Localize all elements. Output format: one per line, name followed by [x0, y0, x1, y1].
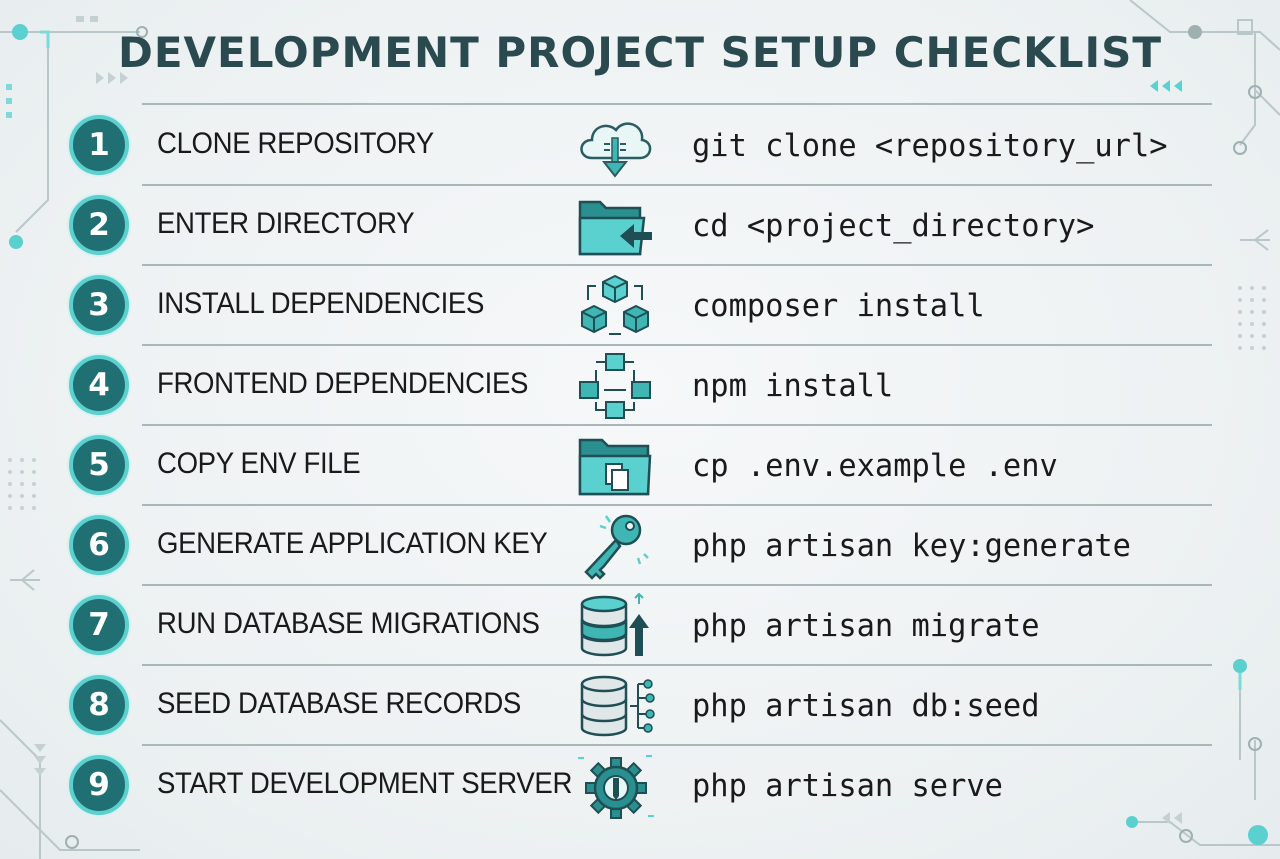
folder-copy-icon: [578, 438, 652, 496]
cloud-download-icon: [580, 122, 652, 178]
divider: [142, 103, 1212, 105]
step-label: COPY ENV FILE: [157, 447, 361, 480]
step-command: cd <project_directory>: [692, 208, 1095, 244]
step-label: RUN DATABASE MIGRATIONS: [157, 607, 540, 640]
step-command: php artisan key:generate: [692, 528, 1131, 564]
step-label: ENTER DIRECTORY: [157, 207, 415, 240]
step-install-dependencies: 3 INSTALL DEPENDENCIES composer install: [0, 266, 1280, 346]
step-label: INSTALL DEPENDENCIES: [157, 287, 485, 320]
folder-enter-icon: [578, 200, 652, 256]
step-number-badge: 3: [69, 275, 129, 335]
module-graph-icon: [579, 353, 651, 419]
step-command: cp .env.example .env: [692, 448, 1058, 484]
step-command: php artisan db:seed: [692, 688, 1040, 724]
step-label: CLONE REPOSITORY: [157, 127, 434, 160]
step-number-badge: 4: [69, 355, 129, 415]
step-number-badge: 1: [69, 115, 129, 175]
packages-icon: [581, 274, 649, 335]
step-enter-directory: 2 ENTER DIRECTORY cd <project_directory>: [0, 186, 1280, 266]
step-clone-repository: 1 CLONE REPOSITORY git clone <repository…: [0, 106, 1280, 186]
step-command: php artisan serve: [692, 768, 1003, 804]
step-command: composer install: [692, 288, 985, 324]
step-label: GENERATE APPLICATION KEY: [157, 527, 548, 560]
step-label: FRONTEND DEPENDENCIES: [157, 367, 529, 400]
step-number-badge: 7: [69, 595, 129, 655]
page-title: DEVELOPMENT PROJECT SETUP CHECKLIST: [117, 28, 1163, 77]
step-run-database-migrations: 7 RUN DATABASE MIGRATIONS php artisan mi…: [0, 586, 1280, 666]
step-number-badge: 8: [69, 675, 129, 735]
step-copy-env-file: 5 COPY ENV FILE cp .env.example .env: [0, 426, 1280, 506]
gear-wrench-icon: [578, 755, 654, 819]
database-seed-icon: [580, 675, 655, 737]
step-label: SEED DATABASE RECORDS: [157, 687, 521, 720]
step-number-badge: 5: [69, 435, 129, 495]
step-command: git clone <repository_url>: [692, 128, 1168, 164]
step-frontend-dependencies: 4 FRONTEND DEPENDENCIES npm install: [0, 346, 1280, 426]
step-number-badge: 2: [69, 195, 129, 255]
database-upload-icon: [580, 592, 649, 657]
step-command: npm install: [692, 368, 894, 404]
step-number-badge: 9: [69, 755, 129, 815]
step-generate-application-key: 6 GENERATE APPLICATION KEY php artisan k…: [0, 506, 1280, 586]
step-number-badge: 6: [69, 515, 129, 575]
key-icon: [584, 514, 649, 580]
step-seed-database-records: 8 SEED DATABASE RECORDS php artisan db:s…: [0, 666, 1280, 746]
step-start-development-server: 9 START DEVELOPMENT SERVER php artisan s…: [0, 746, 1280, 826]
step-label: START DEVELOPMENT SERVER: [157, 767, 573, 800]
step-command: php artisan migrate: [692, 608, 1040, 644]
